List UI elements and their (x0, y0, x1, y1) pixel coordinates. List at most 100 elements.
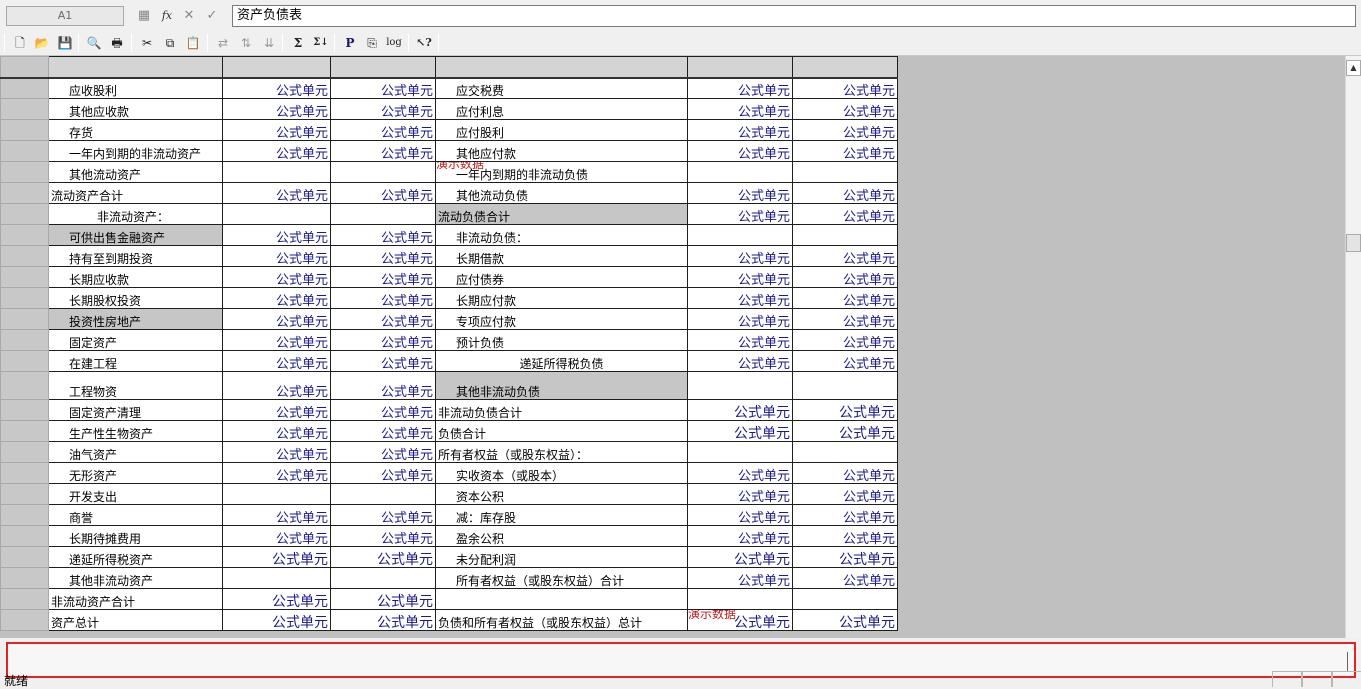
header-cell[interactable] (330, 56, 436, 79)
header-cell[interactable] (687, 56, 793, 79)
liability-begin-value-cell[interactable]: 公式单元 (792, 525, 898, 547)
row-header-cell[interactable] (0, 483, 49, 505)
liability-end-value-cell[interactable]: 公式单元 (687, 98, 793, 120)
row-header-cell[interactable] (0, 420, 49, 442)
liability-begin-value-cell[interactable]: 公式单元 (792, 98, 898, 120)
asset-label-cell[interactable]: 生产性生物资产 (48, 420, 223, 442)
asset-begin-value-cell[interactable]: 公式单元 (330, 98, 436, 120)
asset-end-value-cell[interactable]: 公式单元 (222, 77, 331, 99)
liability-label-cell[interactable]: 非流动负债合计 (435, 399, 688, 421)
asset-label-cell[interactable]: 工程物资 (48, 371, 223, 400)
p-icon[interactable]: P (340, 33, 360, 53)
asset-begin-value-cell[interactable]: 公式单元 (330, 371, 436, 400)
liability-end-value-cell[interactable] (687, 161, 793, 183)
sum-down-icon[interactable]: Σ↓ (311, 33, 331, 53)
liability-begin-value-cell[interactable] (792, 161, 898, 183)
asset-end-value-cell[interactable]: 公式单元 (222, 546, 331, 568)
asset-label-cell[interactable]: 非流动资产合计 (48, 588, 223, 610)
asset-end-value-cell[interactable] (222, 483, 331, 505)
name-box[interactable]: A1 (6, 6, 124, 26)
liability-begin-value-cell[interactable]: 公式单元 (792, 483, 898, 505)
print-icon[interactable]: 🖶 (107, 33, 127, 53)
asset-end-value-cell[interactable]: 公式单元 (222, 609, 331, 631)
liability-end-value-cell[interactable]: 公式单元 演示数据 (687, 609, 793, 631)
asset-end-value-cell[interactable]: 公式单元 (222, 245, 331, 267)
liability-label-cell[interactable]: 递延所得税负债 (435, 350, 688, 372)
asset-label-cell[interactable]: 存货 (48, 119, 223, 141)
asset-begin-value-cell[interactable]: 公式单元 (330, 329, 436, 351)
asset-end-value-cell[interactable]: 公式单元 (222, 462, 331, 484)
asset-label-cell[interactable]: 商誉 (48, 504, 223, 526)
asset-end-value-cell[interactable]: 公式单元 (222, 98, 331, 120)
header-cell[interactable] (48, 56, 223, 79)
asset-end-value-cell[interactable]: 公式单元 (222, 525, 331, 547)
row-header-cell[interactable] (0, 266, 49, 288)
print-preview-icon[interactable]: 🔍 (84, 33, 104, 53)
resize-grip-icon[interactable] (1338, 652, 1348, 672)
row-header-cell[interactable] (0, 140, 49, 162)
asset-begin-value-cell[interactable]: 公式单元 (330, 350, 436, 372)
liability-label-cell[interactable]: 一年内到期的非流动负债 演示数据 (435, 161, 688, 183)
row-header-cell[interactable] (0, 525, 49, 547)
asset-label-cell[interactable]: 油气资产 (48, 441, 223, 463)
liability-begin-value-cell[interactable]: 公式单元 (792, 77, 898, 99)
liability-label-cell[interactable]: 所有者权益（或股东权益）合计 (435, 567, 688, 589)
liability-end-value-cell[interactable]: 公式单元 (687, 119, 793, 141)
liability-end-value-cell[interactable]: 公式单元 (687, 420, 793, 442)
row-header-cell[interactable] (0, 203, 49, 225)
liability-label-cell[interactable]: 所有者权益（或股东权益）： (435, 441, 688, 463)
cancel-icon[interactable]: ✕ (179, 6, 199, 26)
row-header-cell[interactable] (0, 588, 49, 610)
paste-icon[interactable]: 📋 (183, 33, 203, 53)
liability-begin-value-cell[interactable] (792, 371, 898, 400)
liability-end-value-cell[interactable]: 公式单元 (687, 462, 793, 484)
scroll-up-arrow-icon[interactable]: ▲ (1346, 60, 1361, 76)
liability-end-value-cell[interactable]: 公式单元 (687, 308, 793, 330)
asset-begin-value-cell[interactable]: 公式单元 (330, 546, 436, 568)
liability-begin-value-cell[interactable]: 公式单元 (792, 329, 898, 351)
asset-begin-value-cell[interactable]: 公式单元 (330, 399, 436, 421)
asset-begin-value-cell[interactable]: 公式单元 (330, 77, 436, 99)
row-header-cell[interactable] (0, 308, 49, 330)
asset-begin-value-cell[interactable] (330, 203, 436, 225)
liability-label-cell[interactable]: 流动负债合计 (435, 203, 688, 225)
header-cell[interactable] (792, 56, 898, 79)
asset-end-value-cell[interactable] (222, 161, 331, 183)
liability-label-cell[interactable]: 未分配利润 (435, 546, 688, 568)
row-header-cell[interactable] (0, 119, 49, 141)
liability-begin-value-cell[interactable]: 公式单元 (792, 399, 898, 421)
asset-label-cell[interactable]: 无形资产 (48, 462, 223, 484)
liability-end-value-cell[interactable]: 公式单元 (687, 546, 793, 568)
liability-begin-value-cell[interactable]: 公式单元 (792, 350, 898, 372)
asset-label-cell[interactable]: 递延所得税资产 (48, 546, 223, 568)
asset-end-value-cell[interactable]: 公式单元 (222, 371, 331, 400)
asset-end-value-cell[interactable]: 公式单元 (222, 224, 331, 246)
asset-label-cell[interactable]: 可供出售金融资产 (48, 224, 223, 246)
liability-label-cell[interactable]: 负债和所有者权益（或股东权益）总计 (435, 609, 688, 631)
liability-begin-value-cell[interactable] (792, 224, 898, 246)
page-icon[interactable]: ⎘ (362, 33, 382, 53)
liability-end-value-cell[interactable]: 公式单元 (687, 567, 793, 589)
liability-end-value-cell[interactable]: 公式单元 (687, 140, 793, 162)
row-header-cell[interactable] (0, 161, 49, 183)
liability-begin-value-cell[interactable]: 公式单元 (792, 140, 898, 162)
row-header-cell[interactable] (0, 371, 49, 400)
liability-end-value-cell[interactable]: 公式单元 (687, 399, 793, 421)
liability-label-cell[interactable]: 资本公积 (435, 483, 688, 505)
asset-begin-value-cell[interactable]: 公式单元 (330, 245, 436, 267)
asset-label-cell[interactable]: 固定资产清理 (48, 399, 223, 421)
asset-label-cell[interactable]: 持有至到期投资 (48, 245, 223, 267)
asset-end-value-cell[interactable]: 公式单元 (222, 399, 331, 421)
row-header-cell[interactable] (0, 77, 49, 99)
row-header-cell[interactable] (0, 546, 49, 568)
liability-end-value-cell[interactable]: 公式单元 (687, 77, 793, 99)
liability-begin-value-cell[interactable] (792, 441, 898, 463)
row-header-cell[interactable] (0, 245, 49, 267)
row-header-cell[interactable] (0, 98, 49, 120)
header-cell[interactable] (435, 56, 688, 79)
liability-begin-value-cell[interactable]: 公式单元 (792, 182, 898, 204)
confirm-icon[interactable]: ✓ (202, 6, 222, 26)
asset-begin-value-cell[interactable]: 公式单元 (330, 308, 436, 330)
asset-end-value-cell[interactable]: 公式单元 (222, 588, 331, 610)
liability-end-value-cell[interactable] (687, 371, 793, 400)
